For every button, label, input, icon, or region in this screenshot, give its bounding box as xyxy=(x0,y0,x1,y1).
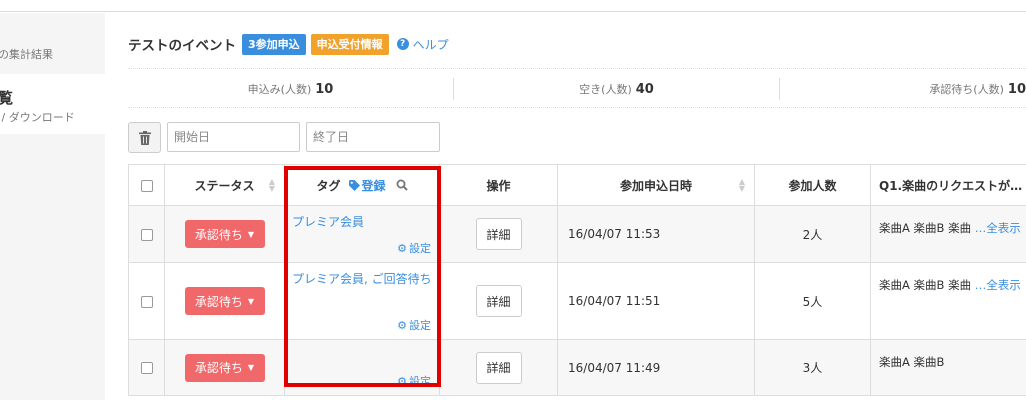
apply-count-badge[interactable]: 3参加申込 xyxy=(242,33,306,55)
sidebar-item-subtitle: 蔵 / ダウンロード xyxy=(0,111,75,124)
help-link[interactable]: ? ヘルプ xyxy=(396,36,449,53)
tag-setting-link[interactable]: ⚙ 設定 xyxy=(397,373,431,389)
stat-applications: 申込み(人数) 10 xyxy=(128,78,454,100)
stat-value: 10 xyxy=(1007,81,1026,97)
stat-label: 承認待ち(人数) xyxy=(929,83,1004,96)
table-row: 承認待ち ▼ プレミア会員, ご回答待ち ⚙ 設定 詳細 16/04/07 11:5… xyxy=(128,262,1026,340)
sidebar-item-list[interactable]: 覧 蔵 / ダウンロード xyxy=(0,74,105,134)
caret-down-icon: ▼ xyxy=(247,296,255,306)
column-applied-at-label: 参加申込日時 xyxy=(619,178,692,193)
table-row: 承認待ち ▼ ⚙ 設定 詳細 16/04/07 11:49 3人 楽曲A 楽曲B xyxy=(128,339,1026,396)
column-people: 参加人数 xyxy=(754,164,871,206)
tag-setting-link[interactable]: ⚙ 設定 xyxy=(397,317,431,333)
show-all-link[interactable]: …全表示 xyxy=(975,221,1021,235)
q1-answer: 楽曲A 楽曲B xyxy=(879,355,945,369)
show-all-link[interactable]: …全表示 xyxy=(975,278,1021,292)
caret-down-icon: ▼ xyxy=(247,363,255,372)
column-operation: 操作 xyxy=(439,164,558,206)
tag-value[interactable]: プレミア会員, ご回答待ち xyxy=(292,269,433,289)
delete-button[interactable] xyxy=(128,122,161,153)
detail-button[interactable]: 詳細 xyxy=(475,218,522,250)
event-header: テストのイベント 3参加申込 申込受付情報 ? ヘルプ xyxy=(128,32,449,56)
column-tag: タグ 登録 xyxy=(284,164,440,206)
column-people-label: 参加人数 xyxy=(788,178,837,193)
people-count-value: 5人 xyxy=(754,262,871,340)
column-status-label: ステータス xyxy=(194,178,255,193)
column-tag-label: タグ xyxy=(316,178,341,193)
row-checkbox[interactable] xyxy=(140,362,153,374)
caret-down-icon: ▼ xyxy=(247,229,255,239)
start-date-input[interactable] xyxy=(167,122,300,152)
detail-button[interactable]: 詳細 xyxy=(475,351,522,384)
top-bar xyxy=(0,0,1026,12)
column-operation-label: 操作 xyxy=(486,178,511,193)
sidebar-item-title: 覧 xyxy=(0,89,14,107)
application-info-badge[interactable]: 申込受付情報 xyxy=(310,33,389,55)
column-applied-at[interactable]: 参加申込日時 ▲ ▼ xyxy=(557,164,755,206)
sort-icon: ▲ ▼ xyxy=(738,177,745,193)
stat-value: 10 xyxy=(315,81,334,97)
row-checkbox[interactable] xyxy=(140,295,153,308)
select-all-cell xyxy=(128,164,165,206)
applied-at-value: 16/04/07 11:53 xyxy=(557,205,755,263)
row-checkbox[interactable] xyxy=(140,228,153,241)
sort-icon: ▲ ▼ xyxy=(268,177,275,193)
gear-icon: ⚙ xyxy=(397,241,407,255)
gear-icon: ⚙ xyxy=(397,374,407,388)
sidebar-item-summary[interactable]: タの集計結果 xyxy=(0,43,105,71)
q1-answer: 楽曲A 楽曲B 楽曲 xyxy=(879,278,975,292)
q1-answer: 楽曲A 楽曲B 楽曲 xyxy=(879,221,975,235)
tag-icon xyxy=(348,179,360,191)
stat-vacancies: 空き(人数) 40 xyxy=(454,78,780,100)
people-count-value: 2人 xyxy=(754,205,871,263)
stat-value: 40 xyxy=(635,81,654,97)
column-q1-label: Q1.楽曲のリクエストが… xyxy=(879,178,1023,193)
stat-label: 空き(人数) xyxy=(579,83,632,96)
select-all-checkbox[interactable] xyxy=(140,179,153,192)
stat-pending: 承認待ち(人数) 10 xyxy=(780,78,1026,100)
tag-register-label: 登録 xyxy=(361,178,386,193)
gear-icon: ⚙ xyxy=(397,318,407,332)
sidebar: タの集計結果 覧 蔵 / ダウンロード xyxy=(0,13,105,400)
table-header-row: ステータス ▲ ▼ タグ 登録 操作 参加申込日時 ▲ ▼ 参加人数 Q1.楽曲… xyxy=(128,164,1026,206)
applied-at-value: 16/04/07 11:51 xyxy=(557,262,755,340)
detail-button[interactable]: 詳細 xyxy=(475,285,522,317)
status-dropdown[interactable]: 承認待ち ▼ xyxy=(184,287,265,315)
people-count-value: 3人 xyxy=(754,339,871,396)
page-title: テストのイベント xyxy=(128,38,236,54)
tag-value[interactable]: プレミア会員 xyxy=(292,212,433,232)
trash-icon xyxy=(138,130,151,145)
stats-bar: 申込み(人数) 10 空き(人数) 40 承認待ち(人数) 10 xyxy=(128,68,1026,108)
filter-bar xyxy=(128,122,446,154)
tag-setting-link[interactable]: ⚙ 設定 xyxy=(397,240,431,256)
sidebar-item-label: タの集計結果 xyxy=(0,48,53,61)
stat-label: 申込み(人数) xyxy=(247,83,312,96)
applied-at-value: 16/04/07 11:49 xyxy=(557,339,755,396)
search-icon[interactable] xyxy=(396,179,408,191)
tag-register-link[interactable]: 登録 xyxy=(348,177,386,194)
applications-table: ステータス ▲ ▼ タグ 登録 操作 参加申込日時 ▲ ▼ 参加人数 Q1.楽曲… xyxy=(128,164,1026,396)
question-icon: ? xyxy=(396,38,409,50)
end-date-input[interactable] xyxy=(306,122,440,152)
column-q1: Q1.楽曲のリクエストが… xyxy=(870,164,1026,206)
help-label: ヘルプ xyxy=(412,37,449,52)
column-status[interactable]: ステータス ▲ ▼ xyxy=(164,164,285,206)
status-dropdown[interactable]: 承認待ち ▼ xyxy=(184,220,265,248)
table-row: 承認待ち ▼ プレミア会員 ⚙ 設定 詳細 16/04/07 11:53 2人 楽曲… xyxy=(128,205,1026,263)
status-dropdown[interactable]: 承認待ち ▼ xyxy=(184,353,265,382)
